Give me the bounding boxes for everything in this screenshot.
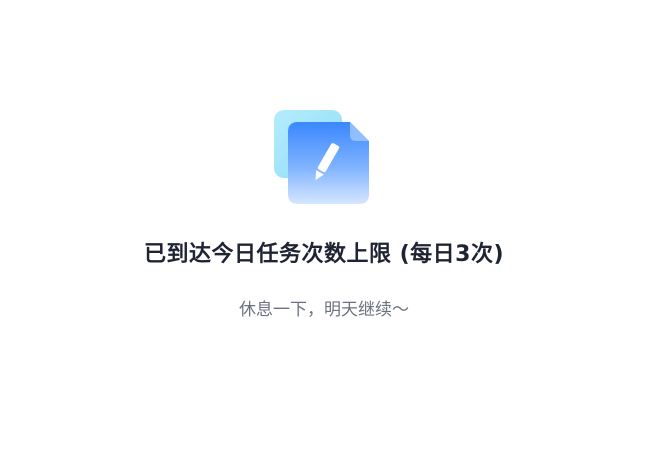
task-limit-page: 已到达今日任务次数上限 (每日3次) 休息一下，明天继续～ xyxy=(0,0,648,455)
limit-title: 已到达今日任务次数上限 (每日3次) xyxy=(143,242,505,267)
limit-subtitle: 休息一下，明天继续～ xyxy=(239,300,409,320)
edit-document-icon xyxy=(274,108,372,206)
